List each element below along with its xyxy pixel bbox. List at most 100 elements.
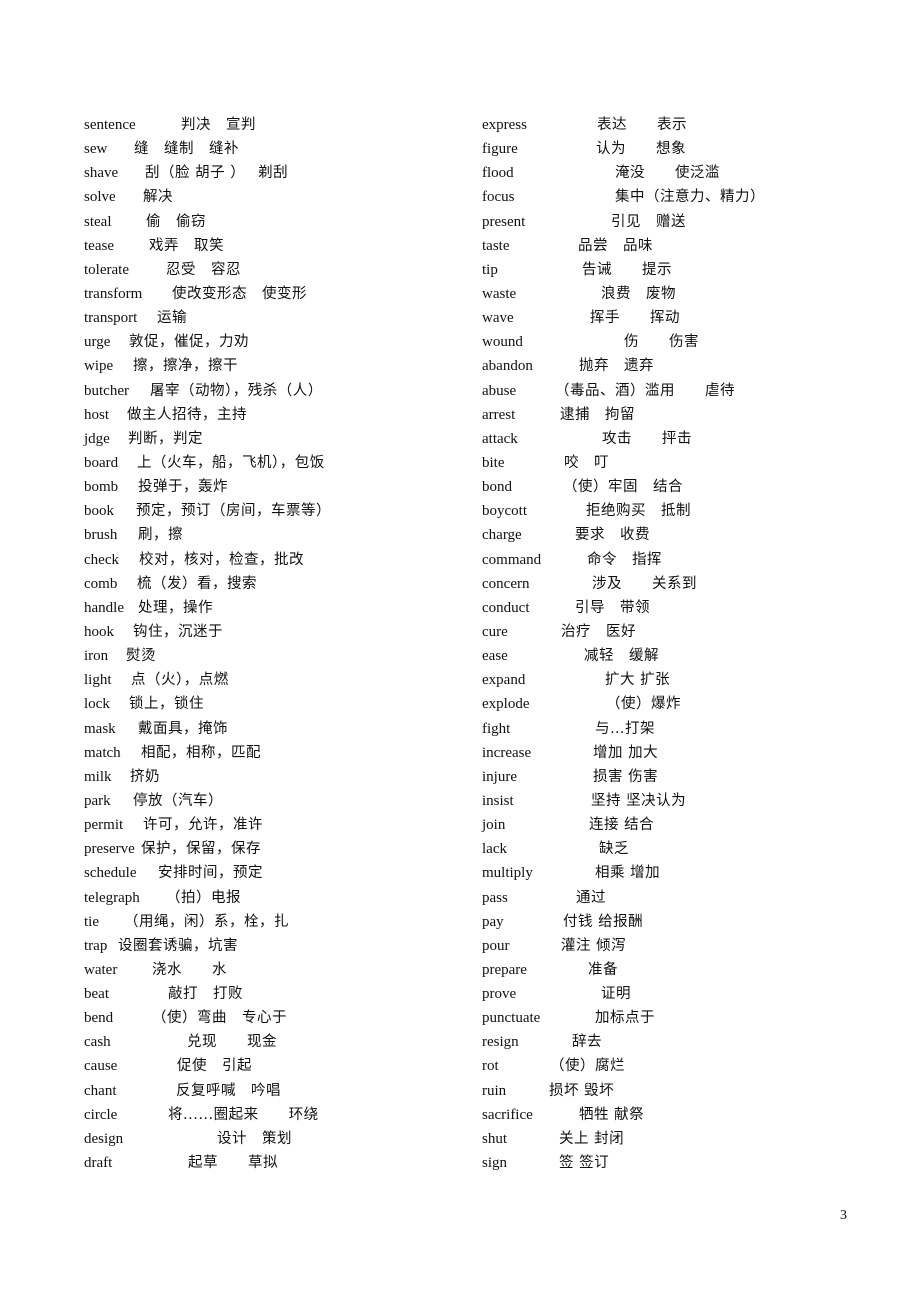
vocab-word: fight xyxy=(482,720,511,737)
vocab-entry: match 相配，相称，匹配 xyxy=(84,741,464,765)
vocab-entry: abuse （毒品、酒）滥用 虐待 xyxy=(482,379,882,403)
vocab-entry: shut 关上 封闭 xyxy=(482,1127,882,1151)
vocab-word: sew xyxy=(84,141,108,158)
vocab-entry: abandon 抛弃 遗弃 xyxy=(482,354,882,378)
vocab-word: urge xyxy=(84,334,111,351)
vocab-word: expand xyxy=(482,672,526,689)
vocab-definition: 辞去 xyxy=(572,1034,602,1051)
vocab-word: transport xyxy=(84,310,138,327)
vocab-entry: sew 缝 缝制 缝补 xyxy=(84,137,464,161)
vocab-word: prepare xyxy=(482,961,527,978)
vocab-word: increase xyxy=(482,744,532,761)
vocab-word: comb xyxy=(84,575,118,592)
vocab-entry: figure 认为 想象 xyxy=(482,137,882,161)
vocab-definition: 设圈套诱骗，坑害 xyxy=(118,937,238,954)
vocab-word: sentence xyxy=(84,117,136,133)
vocab-definition: 认为 想象 xyxy=(596,141,686,158)
vocab-definition: 偷 偷窃 xyxy=(146,213,206,230)
vocab-word: lack xyxy=(482,841,507,858)
vocab-word: boycott xyxy=(482,503,527,520)
vocab-word: preserve xyxy=(84,841,135,858)
vocab-definition: 将......圈起来 环绕 xyxy=(168,1106,319,1123)
vocab-word: focus xyxy=(482,189,515,206)
vocab-word: lock xyxy=(84,696,110,713)
vocab-word: join xyxy=(482,817,506,834)
vocab-word: solve xyxy=(84,189,116,206)
vocab-entry: book 预定，预订（房间，车票等） xyxy=(84,499,464,523)
vocab-entry: waste 浪费 废物 xyxy=(482,282,882,306)
vocab-word: light xyxy=(84,672,112,689)
vocab-definition: 戴面具，掩饰 xyxy=(138,720,228,737)
vocab-definition: 运输 xyxy=(157,310,187,327)
vocab-word: permit xyxy=(84,817,124,834)
vocab-entry: beat 敲打 打败 xyxy=(84,982,464,1006)
vocab-definition: 损害 伤害 xyxy=(593,768,659,785)
vocab-entry: sacrifice 牺牲 献祭 xyxy=(482,1103,882,1127)
vocab-entry: sentence 判决 宣判 xyxy=(84,113,464,137)
vocab-definition: （使）弯曲 专心于 xyxy=(152,1010,287,1027)
vocab-word: ruin xyxy=(482,1082,507,1099)
vocab-entry: jdge 判断，判定 xyxy=(84,427,464,451)
vocab-definition: 判决 宣判 xyxy=(181,117,256,133)
vocab-definition: 与…打架 xyxy=(595,720,655,737)
vocab-word: bond xyxy=(482,479,512,496)
vocab-definition: 预定，预订（房间，车票等） xyxy=(136,503,331,520)
vocab-definition: 治疗 医好 xyxy=(561,623,636,640)
vocab-entry: explode （使）爆炸 xyxy=(482,692,882,716)
vocab-entry: cure 治疗 医好 xyxy=(482,620,882,644)
vocab-word: multiply xyxy=(482,865,533,882)
vocab-definition: 攻击 抨击 xyxy=(602,430,692,447)
vocab-definition: （使）腐烂 xyxy=(550,1058,625,1075)
vocab-entry: iron 熨烫 xyxy=(84,644,464,668)
vocab-definition: 擦，擦净，擦干 xyxy=(133,358,238,375)
vocab-word: telegraph xyxy=(84,889,140,906)
vocab-entry: bomb 投弹于，轰炸 xyxy=(84,475,464,499)
vocab-word: transform xyxy=(84,285,143,302)
vocab-entry: urge 敦促，催促，力劝 xyxy=(84,330,464,354)
vocab-word: handle xyxy=(84,599,124,616)
vocab-definition: 伤 伤害 xyxy=(624,334,699,351)
vocab-entry: prove 证明 xyxy=(482,982,882,1006)
vocab-entry: transport 运输 xyxy=(84,306,464,330)
vocab-entry: mask 戴面具，掩饰 xyxy=(84,717,464,741)
vocab-word: board xyxy=(84,454,119,471)
vocab-definition: 反复呼喊 吟唱 xyxy=(176,1082,281,1099)
vocab-entry: transform 使改变形态 使变形 xyxy=(84,282,464,306)
vocab-entry: butcher 屠宰（动物），残杀（人） xyxy=(84,379,464,403)
vocab-entry: command 命令 指挥 xyxy=(482,548,882,572)
vocab-entry: expand 扩大 扩张 xyxy=(482,668,882,692)
vocab-entry: bite 咬 叮 xyxy=(482,451,882,475)
vocab-word: shave xyxy=(84,165,119,182)
vocab-definition: 使改变形态 使变形 xyxy=(172,285,307,302)
vocab-entry: increase 增加 加大 xyxy=(482,741,882,765)
vocab-definition: 损坏 毁坏 xyxy=(549,1082,615,1099)
vocab-entry: park 停放（汽车） xyxy=(84,789,464,813)
vocab-definition: 表达 表示 xyxy=(597,117,687,133)
vocab-definition: 逮捕 拘留 xyxy=(560,406,635,423)
vocab-entry: solve 解决 xyxy=(84,185,464,209)
vocab-definition: 上（火车，船，飞机），包饭 xyxy=(137,454,325,471)
vocab-word: hook xyxy=(84,623,114,640)
vocab-entry: cash 兑现 现金 xyxy=(84,1030,464,1054)
vocab-word: injure xyxy=(482,768,517,785)
vocab-word: express xyxy=(482,117,527,133)
vocab-definition: 增加 加大 xyxy=(593,744,659,761)
vocab-entry: tease 戏弄 取笑 xyxy=(84,234,464,258)
vocab-entry: host 做主人招待，主持 xyxy=(84,403,464,427)
vocab-word: match xyxy=(84,744,121,761)
vocab-word: wipe xyxy=(84,358,114,375)
vocab-definition: 刮（脸 胡子 ） 剃刮 xyxy=(145,165,289,182)
vocab-word: sign xyxy=(482,1155,508,1172)
vocab-definition: 兑现 现金 xyxy=(187,1034,277,1051)
vocabulary-column-right: express 表达 表示 figure 认为 想象 flood 淹没 使泛滥 focus 集… xyxy=(482,113,882,1175)
vocab-definition: 停放（汽车） xyxy=(133,792,223,809)
vocab-definition: 敲打 打败 xyxy=(168,986,243,1003)
vocab-entry: comb 梳（发）看，搜索 xyxy=(84,572,464,596)
vocab-entry: cause 促使 引起 xyxy=(84,1054,464,1078)
vocab-word: beat xyxy=(84,986,109,1003)
vocab-word: punctuate xyxy=(482,1010,541,1027)
vocab-word: rot xyxy=(482,1058,499,1075)
vocab-word: circle xyxy=(84,1106,118,1123)
vocab-definition: 忍受 容忍 xyxy=(166,261,241,278)
vocab-definition: 签 签订 xyxy=(559,1155,610,1172)
